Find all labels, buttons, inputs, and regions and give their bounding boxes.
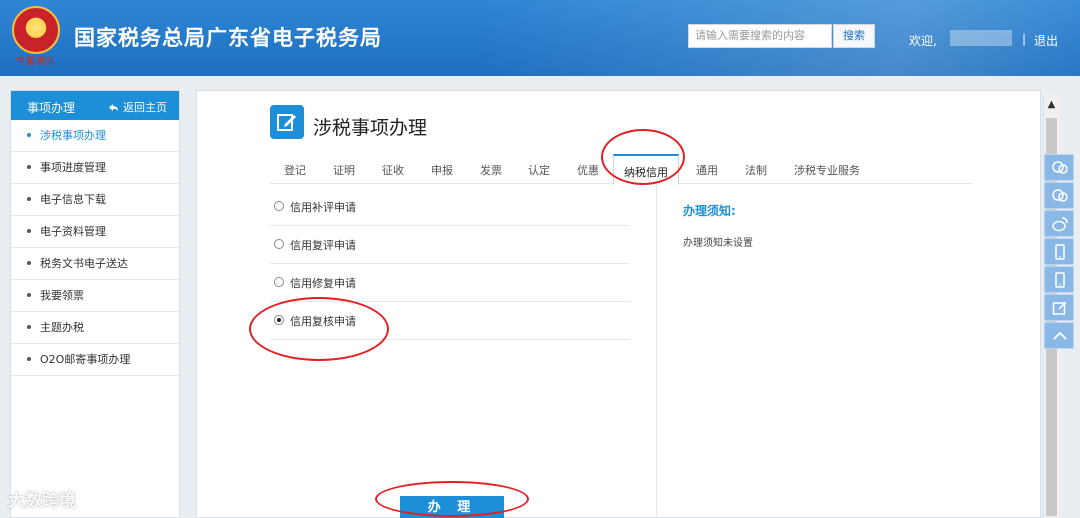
bullet-icon — [27, 357, 31, 361]
option-credit-reevaluation[interactable]: 信用复评申请 — [270, 226, 630, 264]
watermark-logo: 大数跨境 — [8, 491, 76, 511]
back-home-link[interactable]: 返回主页 — [108, 99, 167, 115]
sidebar-item-documents[interactable]: 电子资料管理 — [11, 216, 179, 248]
option-label: 信用补评申请 — [290, 201, 356, 214]
scroll-up-arrow-icon[interactable]: ▲ — [1043, 95, 1060, 115]
logout-link[interactable]: 退出 — [1034, 32, 1058, 49]
option-credit-repair[interactable]: 信用修复申请 — [270, 264, 630, 302]
sidebar-item-download[interactable]: 电子信息下载 — [11, 184, 179, 216]
weibo-icon — [1052, 217, 1068, 232]
tab-registration[interactable]: 登记 — [284, 162, 306, 178]
sidebar-item-label: 事项进度管理 — [40, 161, 106, 174]
tab-general[interactable]: 通用 — [696, 162, 718, 178]
notice-body: 办理须知未设置 — [683, 238, 753, 249]
float-feedback-button[interactable] — [1044, 294, 1074, 321]
float-back-to-top-button[interactable] — [1044, 322, 1074, 349]
float-chat-button[interactable] — [1044, 154, 1074, 181]
sidebar-item-label: 税务文书电子送达 — [40, 257, 128, 270]
sidebar-item-label: 我要领票 — [40, 289, 84, 302]
sidebar-item-label: 电子信息下载 — [40, 193, 106, 206]
back-home-label: 返回主页 — [123, 101, 167, 114]
option-label: 信用修复申请 — [290, 277, 356, 290]
tab-invoice[interactable]: 发票 — [480, 162, 502, 178]
sidebar-item-theme[interactable]: 主题办税 — [11, 312, 179, 344]
submit-button[interactable]: 办 理 — [400, 496, 504, 518]
mobile-icon — [1055, 272, 1065, 288]
sidebar-item-invoice[interactable]: 我要领票 — [11, 280, 179, 312]
float-weibo-button[interactable] — [1044, 210, 1074, 237]
welcome-text: 欢迎, — [909, 34, 937, 48]
radio-button[interactable] — [274, 277, 284, 287]
tab-tax-credit[interactable]: 纳税信用 — [613, 154, 679, 185]
tab-certificate[interactable]: 证明 — [333, 162, 355, 178]
edit-icon — [270, 105, 304, 139]
search-input[interactable]: 请输入需要搜索的内容 — [688, 24, 832, 48]
option-label: 信用复核申请 — [290, 315, 356, 328]
sidebar: 事项办理 返回主页 涉税事项办理 事项进度管理 电子信息下载 电子资料管理 税务… — [10, 90, 180, 518]
emblem-star-icon: ★ — [27, 18, 45, 39]
option-credit-review[interactable]: 信用复核申请 — [270, 302, 630, 340]
arrow-up-icon — [1053, 331, 1067, 340]
tab-professional-service[interactable]: 涉税专业服务 — [794, 162, 860, 178]
sidebar-title: 事项办理 — [27, 101, 76, 115]
tab-legal[interactable]: 法制 — [745, 162, 767, 178]
sidebar-item-label: 主题办税 — [40, 321, 84, 334]
sidebar-item-label: 电子资料管理 — [40, 225, 106, 238]
sidebar-item-label: O2O邮寄事项办理 — [40, 353, 131, 366]
tab-preferential[interactable]: 优惠 — [577, 162, 599, 178]
bullet-icon — [27, 197, 31, 201]
float-mobile-button-2[interactable] — [1044, 266, 1074, 293]
float-chat-button-2[interactable] — [1044, 182, 1074, 209]
chat-icon — [1052, 189, 1068, 202]
sidebar-item-o2o[interactable]: O2O邮寄事项办理 — [11, 344, 179, 376]
search-button[interactable]: 搜索 — [833, 24, 875, 48]
option-label: 信用复评申请 — [290, 239, 356, 252]
radio-button[interactable] — [274, 239, 284, 249]
option-credit-supplementary[interactable]: 信用补评申请 — [270, 188, 630, 226]
sidebar-item-tax-matters[interactable]: 涉税事项办理 — [11, 120, 179, 152]
tab-recognition[interactable]: 认定 — [528, 162, 550, 178]
tab-declaration[interactable]: 申报 — [431, 162, 453, 178]
chat-icon — [1052, 161, 1068, 174]
header-separator: | — [1022, 32, 1027, 46]
page-title: 涉税事项办理 — [313, 117, 428, 139]
mobile-icon — [1055, 244, 1065, 260]
site-title: 国家税务总局广东省电子税务局 — [74, 26, 382, 50]
sidebar-item-progress[interactable]: 事项进度管理 — [11, 152, 179, 184]
logo-caption: 中国税务 — [15, 57, 56, 67]
notice-title: 办理须知: — [683, 204, 736, 218]
edit-icon — [1052, 301, 1067, 315]
bullet-icon — [27, 325, 31, 329]
float-mobile-button[interactable] — [1044, 238, 1074, 265]
content-divider — [656, 185, 657, 518]
radio-button-selected[interactable] — [274, 315, 284, 325]
sidebar-item-delivery[interactable]: 税务文书电子送达 — [11, 248, 179, 280]
sidebar-item-label: 涉税事项办理 — [40, 129, 106, 142]
category-tabs: 登记 证明 征收 申报 发票 认定 优惠 纳税信用 通用 法制 涉税专业服务 — [270, 154, 972, 185]
sidebar-header: 事项办理 返回主页 — [11, 91, 179, 120]
back-arrow-icon — [109, 104, 118, 111]
bullet-icon — [27, 133, 31, 137]
username-redacted — [950, 30, 1012, 46]
radio-button[interactable] — [274, 201, 284, 211]
bullet-icon — [27, 229, 31, 233]
bullet-icon — [27, 293, 31, 297]
tab-collection[interactable]: 征收 — [382, 162, 404, 178]
bullet-icon — [27, 261, 31, 265]
bullet-icon — [27, 165, 31, 169]
